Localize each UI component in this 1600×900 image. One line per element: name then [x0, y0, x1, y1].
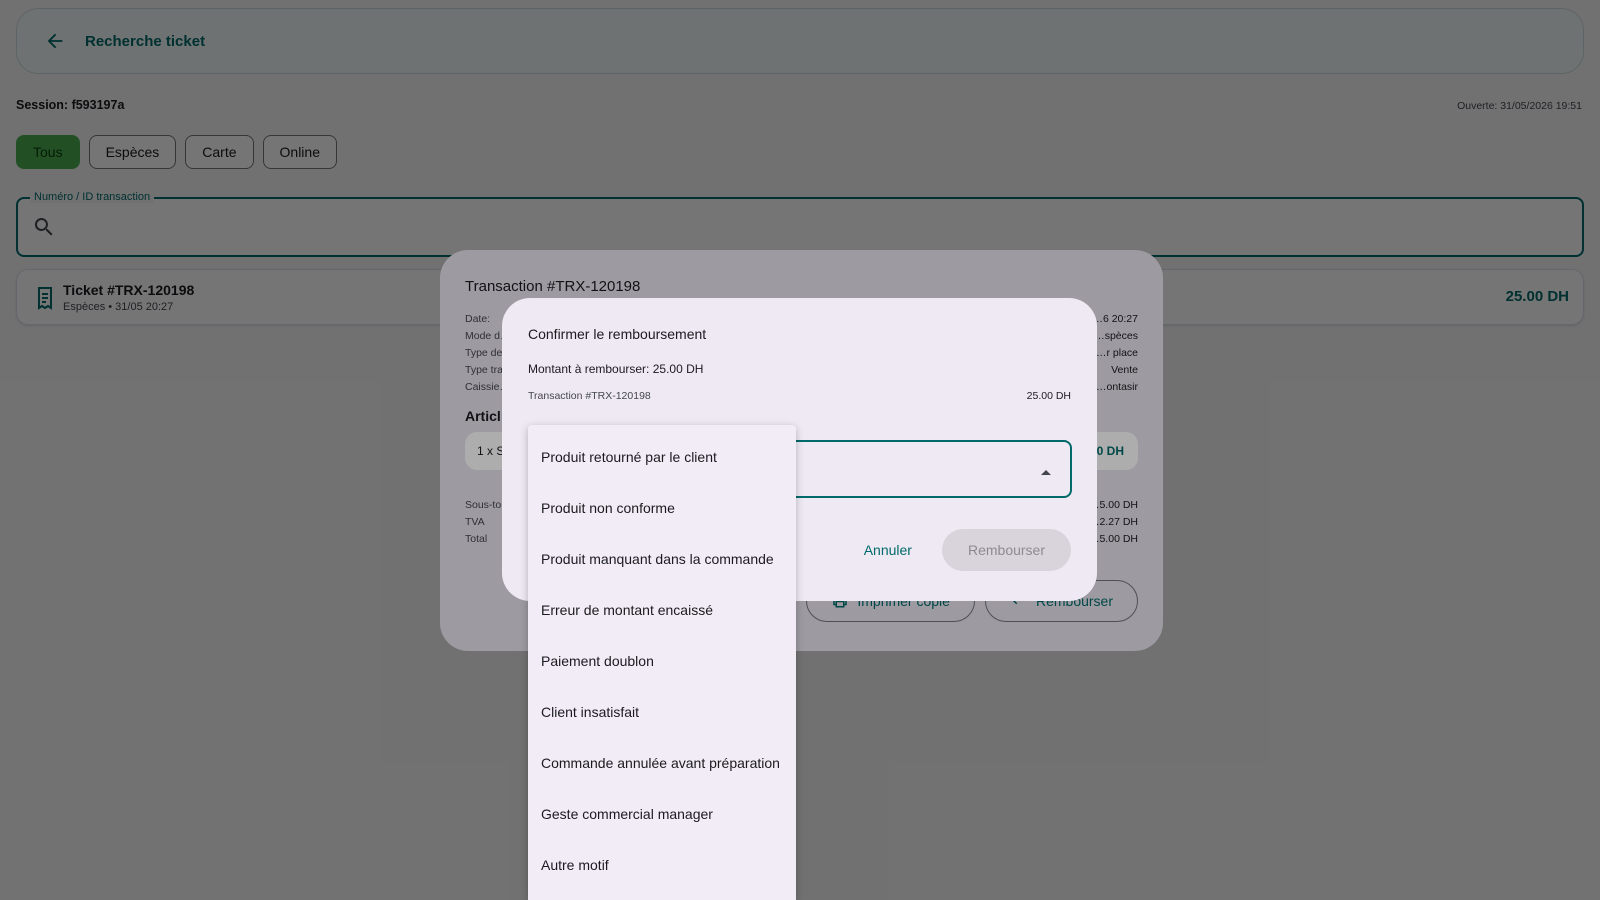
menu-item-reason[interactable]: Erreur de montant encaissé	[528, 584, 796, 635]
refund-reason-menu: Produit retourné par le client Produit n…	[528, 425, 796, 900]
menu-item-reason[interactable]: Client insatisfait	[528, 686, 796, 737]
confirm-dialog-title: Confirmer le remboursement	[528, 326, 707, 342]
refund-transaction-id: Transaction #TRX-120198	[528, 390, 651, 402]
menu-item-reason[interactable]: Geste commercial manager	[528, 788, 796, 839]
refund-amount: Montant à rembourser: 25.00 DH	[528, 362, 704, 376]
menu-item-reason[interactable]: Paiement doublon	[528, 635, 796, 686]
menu-item-reason[interactable]: Produit manquant dans la commande	[528, 533, 796, 584]
dropdown-caret-up-icon[interactable]	[1040, 464, 1052, 475]
menu-item-reason[interactable]: Autre motif	[528, 839, 796, 890]
menu-item-reason[interactable]: Commande annulée avant préparation	[528, 737, 796, 788]
refund-transaction-amount: 25.00 DH	[1026, 390, 1071, 402]
cancel-button[interactable]: Annuler	[844, 529, 932, 571]
menu-item-reason[interactable]: Produit non conforme	[528, 482, 796, 533]
confirm-refund-button[interactable]: Rembourser	[941, 529, 1071, 571]
menu-item-reason[interactable]: Produit retourné par le client	[528, 431, 796, 482]
confirm-dialog-actions: Annuler Rembourser	[844, 529, 1071, 571]
